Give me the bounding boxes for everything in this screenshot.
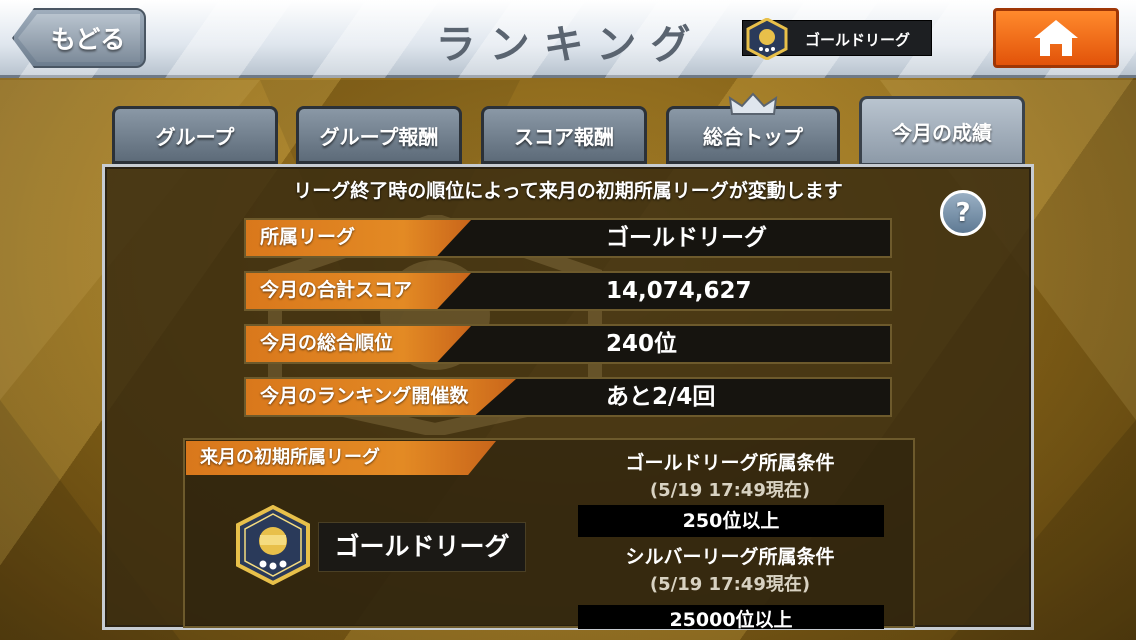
silver-condition-requirement: 25000位以上 — [578, 605, 884, 629]
info-row-league: 所属リーグ ゴールドリーグ — [244, 218, 892, 258]
tab-this-month-results[interactable]: 今月の成績 — [859, 96, 1025, 166]
row-label: 所属リーグ — [246, 220, 471, 256]
home-button[interactable] — [993, 8, 1119, 68]
gold-condition-title: ゴールドリーグ所属条件 — [625, 452, 835, 474]
info-row-ranking-count: 今月のランキング開催数 あと2/4回 — [244, 377, 892, 417]
back-button[interactable]: もどる — [12, 8, 146, 68]
info-row-total-score: 今月の合計スコア 14,074,627 — [244, 271, 892, 311]
help-icon: ? — [955, 198, 971, 228]
tab-label: 総合トップ — [703, 124, 803, 149]
gold-league-icon — [236, 505, 310, 585]
page-title: ランキング — [435, 22, 705, 68]
gold-condition-requirement: 250位以上 — [578, 505, 884, 537]
tab-label: 今月の成績 — [892, 120, 992, 145]
tab-group-reward[interactable]: グループ報酬 — [296, 106, 462, 164]
row-value: 240位 — [606, 331, 678, 357]
tab-label: グループ報酬 — [319, 124, 439, 149]
tab-label: グループ — [155, 124, 235, 149]
tab-score-reward[interactable]: スコア報酬 — [481, 106, 647, 164]
row-value: 14,074,627 — [606, 278, 752, 304]
tab-group[interactable]: グループ — [112, 106, 278, 164]
silver-condition-title: シルバーリーグ所属条件 — [625, 546, 835, 568]
league-badge: ゴールドリーグ — [742, 18, 932, 60]
league-badge-label: ゴールドリーグ — [805, 31, 911, 49]
row-label: 今月のランキング開催数 — [246, 379, 516, 415]
gold-league-icon — [746, 18, 788, 60]
info-row-overall-rank: 今月の総合順位 240位 — [244, 324, 892, 364]
row-label: 今月の総合順位 — [246, 326, 471, 362]
home-icon — [1034, 20, 1078, 56]
next-league-name: ゴールドリーグ — [318, 522, 526, 572]
row-label: 今月の合計スコア — [246, 273, 471, 309]
notice-text: リーグ終了時の順位によって来月の初期所属リーグが変動します — [293, 180, 843, 202]
back-button-label: もどる — [50, 25, 126, 54]
row-value: あと2/4回 — [606, 384, 716, 410]
gold-condition-time: (5/19 17:49現在) — [649, 480, 811, 501]
help-button[interactable]: ? — [940, 190, 986, 236]
crown-icon — [728, 92, 778, 115]
next-month-label: 来月の初期所属リーグ — [186, 441, 496, 475]
tab-label: スコア報酬 — [514, 124, 614, 149]
silver-condition-time: (5/19 17:49現在) — [649, 574, 811, 595]
row-value: ゴールドリーグ — [606, 225, 767, 251]
